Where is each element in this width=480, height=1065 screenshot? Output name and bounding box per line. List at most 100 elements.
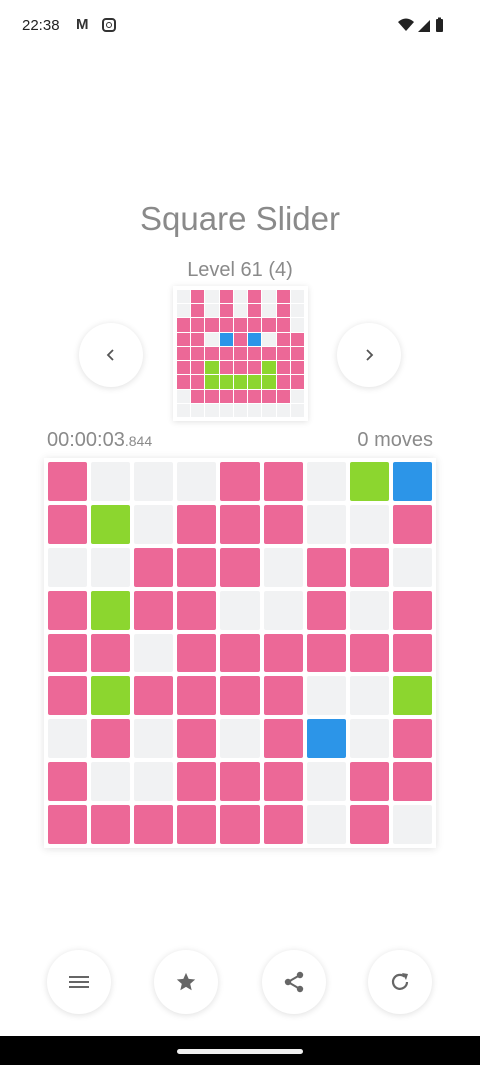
board-tile-pink[interactable] (177, 504, 217, 544)
board-tile-empty[interactable] (392, 805, 432, 844)
board-tile-pink[interactable] (220, 633, 260, 673)
board-tile-pink[interactable] (177, 633, 217, 673)
board-tile-pink[interactable] (134, 676, 174, 716)
board-tile-pink[interactable] (263, 504, 303, 544)
preview-cell-pink (205, 318, 219, 332)
board-tile-pink[interactable] (48, 462, 88, 501)
board-tile-empty[interactable] (134, 762, 174, 802)
board-tile-pink[interactable] (306, 590, 346, 630)
board-tile-empty[interactable] (306, 762, 346, 802)
board-tile-pink[interactable] (349, 805, 389, 844)
next-level-button[interactable] (337, 323, 401, 387)
board-tile-pink[interactable] (263, 719, 303, 759)
board-tile-pink[interactable] (392, 504, 432, 544)
board-tile-empty[interactable] (91, 762, 131, 802)
board-tile-empty[interactable] (306, 504, 346, 544)
board-tile-green[interactable] (349, 462, 389, 501)
share-button[interactable] (262, 950, 326, 1014)
board-tile-pink[interactable] (306, 633, 346, 673)
board-tile-empty[interactable] (263, 590, 303, 630)
board-tile-empty[interactable] (306, 462, 346, 501)
home-gesture-bar[interactable] (177, 1049, 303, 1054)
preview-cell-pink (290, 375, 304, 389)
board-tile-pink[interactable] (48, 504, 88, 544)
board-tile-green[interactable] (392, 676, 432, 716)
chevron-left-icon (106, 349, 114, 361)
board-tile-empty[interactable] (349, 590, 389, 630)
board-tile-pink[interactable] (392, 590, 432, 630)
board-tile-pink[interactable] (220, 676, 260, 716)
restart-button[interactable] (368, 950, 432, 1014)
board-tile-empty[interactable] (134, 719, 174, 759)
board-tile-pink[interactable] (220, 462, 260, 501)
board-tile-empty[interactable] (349, 504, 389, 544)
board-tile-pink[interactable] (177, 676, 217, 716)
preview-cell-pink (262, 318, 276, 332)
board-tile-pink[interactable] (392, 762, 432, 802)
board-tile-empty[interactable] (48, 719, 88, 759)
board-tile-empty[interactable] (349, 719, 389, 759)
board-tile-empty[interactable] (134, 504, 174, 544)
preview-cell-pink (248, 346, 262, 361)
preview-cell-empty (248, 403, 262, 417)
board-tile-pink[interactable] (48, 590, 88, 630)
board-tile-pink[interactable] (91, 633, 131, 673)
board-tile-pink[interactable] (134, 590, 174, 630)
board-tile-pink[interactable] (134, 547, 174, 587)
preview-cell-empty (191, 403, 205, 417)
board-tile-pink[interactable] (220, 504, 260, 544)
board-tile-empty[interactable] (91, 547, 131, 587)
board-tile-pink[interactable] (220, 547, 260, 587)
board-tile-pink[interactable] (134, 805, 174, 844)
board-tile-pink[interactable] (177, 762, 217, 802)
board-tile-pink[interactable] (392, 633, 432, 673)
restart-icon (391, 973, 409, 990)
game-title: Square Slider (140, 200, 340, 237)
board-tile-empty[interactable] (220, 590, 260, 630)
board-tile-pink[interactable] (220, 762, 260, 802)
board-tile-green[interactable] (91, 676, 131, 716)
board-tile-pink[interactable] (177, 547, 217, 587)
board-tile-pink[interactable] (263, 462, 303, 501)
board-tile-pink[interactable] (392, 719, 432, 759)
preview-cell-pink (233, 361, 248, 375)
board-tile-blue[interactable] (392, 462, 432, 501)
board-tile-pink[interactable] (177, 590, 217, 630)
board-tile-pink[interactable] (263, 633, 303, 673)
board-tile-empty[interactable] (48, 547, 88, 587)
board-tile-pink[interactable] (349, 633, 389, 673)
board-tile-pink[interactable] (349, 547, 389, 587)
board-tile-empty[interactable] (134, 633, 174, 673)
board-tile-empty[interactable] (91, 462, 131, 501)
board-tile-pink[interactable] (91, 719, 131, 759)
board-tile-empty[interactable] (306, 805, 346, 844)
board-tile-pink[interactable] (263, 676, 303, 716)
board-tile-pink[interactable] (48, 676, 88, 716)
board-tile-empty[interactable] (134, 462, 174, 501)
board-tile-pink[interactable] (48, 762, 88, 802)
board-tile-pink[interactable] (177, 719, 217, 759)
system-navigation-bar (0, 1036, 480, 1065)
board-tile-empty[interactable] (263, 547, 303, 587)
board-tile-empty[interactable] (306, 676, 346, 716)
board-tile-pink[interactable] (263, 762, 303, 802)
board-tile-green[interactable] (91, 590, 131, 630)
board-tile-empty[interactable] (392, 547, 432, 587)
board-tile-pink[interactable] (220, 805, 260, 844)
favorite-button[interactable] (154, 950, 218, 1014)
board-tile-pink[interactable] (91, 805, 131, 844)
preview-cell-pink (233, 332, 248, 346)
board-tile-pink[interactable] (263, 805, 303, 844)
board-tile-pink[interactable] (177, 805, 217, 844)
board-tile-blue[interactable] (306, 719, 346, 759)
board-tile-pink[interactable] (48, 805, 88, 844)
previous-level-button[interactable] (79, 323, 143, 387)
menu-button[interactable] (47, 950, 111, 1014)
board-tile-pink[interactable] (349, 762, 389, 802)
board-tile-empty[interactable] (349, 676, 389, 716)
board-tile-empty[interactable] (177, 462, 217, 501)
board-tile-pink[interactable] (48, 633, 88, 673)
board-tile-pink[interactable] (306, 547, 346, 587)
board-tile-empty[interactable] (220, 719, 260, 759)
board-tile-green[interactable] (91, 504, 131, 544)
